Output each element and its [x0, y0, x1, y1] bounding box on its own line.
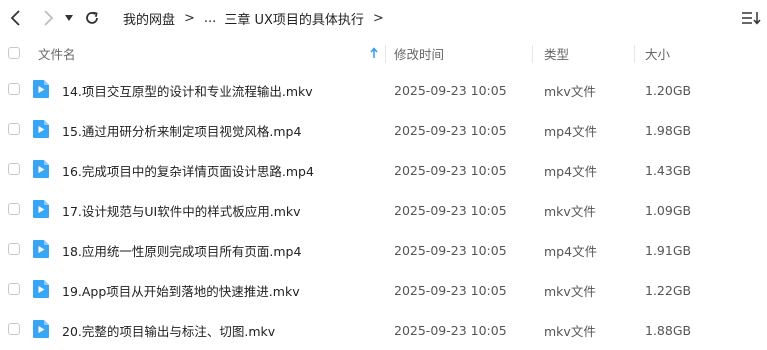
file-name[interactable]: 19.App项目从开始到落地的快速推进.mkv — [62, 270, 300, 310]
file-type: mkv文件 — [544, 203, 596, 219]
file-type: mp4文件 — [544, 243, 598, 259]
file-size: 1.91GB — [645, 242, 692, 258]
file-modified: 2025-09-23 10:05 — [394, 122, 507, 138]
video-file-icon — [33, 240, 49, 258]
file-size: 1.20GB — [645, 82, 692, 98]
file-name[interactable]: 18.应用统一性原则完成项目所有页面.mp4 — [62, 230, 301, 270]
breadcrumb-ellipsis[interactable]: ... — [204, 11, 216, 26]
file-row[interactable]: 16.完成项目中的复杂详情页面设计思路.mp4 2025-09-23 10:05… — [0, 150, 767, 190]
row-checkbox[interactable] — [8, 243, 20, 255]
row-checkbox[interactable] — [8, 163, 20, 175]
file-type: mp4文件 — [544, 123, 598, 139]
column-header-type[interactable]: 类型 — [544, 36, 569, 70]
file-modified: 2025-09-23 10:05 — [394, 242, 507, 258]
column-header-size[interactable]: 大小 — [645, 36, 670, 70]
file-name[interactable]: 16.完成项目中的复杂详情页面设计思路.mp4 — [62, 150, 314, 190]
file-name[interactable]: 17.设计规范与UI软件中的样式板应用.mkv — [62, 190, 301, 230]
row-checkbox[interactable] — [8, 323, 20, 335]
column-header: 文件名 修改时间 类型 大小 — [0, 36, 767, 70]
caret-down-icon — [65, 15, 73, 21]
column-header-modified[interactable]: 修改时间 — [394, 36, 444, 70]
sort-ascending-icon[interactable] — [370, 36, 378, 70]
breadcrumb-root[interactable]: 我的网盘 — [123, 9, 175, 28]
file-row[interactable]: 14.项目交互原型的设计和专业流程输出.mkv 2025-09-23 10:05… — [0, 70, 767, 110]
toolbar: 我的网盘 > ... 三章 UX项目的具体执行 > — [0, 0, 767, 36]
back-button[interactable] — [4, 6, 28, 30]
file-type: mkv文件 — [544, 283, 596, 299]
column-header-name[interactable]: 文件名 — [38, 36, 76, 70]
file-size: 1.43GB — [645, 162, 692, 178]
video-file-icon — [33, 80, 49, 98]
video-file-icon — [33, 280, 49, 298]
refresh-icon — [86, 11, 98, 24]
file-modified: 2025-09-23 10:05 — [394, 282, 507, 298]
file-size: 1.22GB — [645, 282, 692, 298]
file-modified: 2025-09-23 10:05 — [394, 162, 507, 178]
file-row[interactable]: 15.通过用研分析来制定项目视觉风格.mp4 2025-09-23 10:05 … — [0, 110, 767, 150]
file-name[interactable]: 15.通过用研分析来制定项目视觉风格.mp4 — [62, 110, 301, 150]
file-name[interactable]: 14.项目交互原型的设计和专业流程输出.mkv — [62, 70, 313, 110]
file-name[interactable]: 20.完整的项目输出与标注、切图.mkv — [62, 310, 275, 350]
history-dropdown-button[interactable] — [59, 6, 79, 30]
row-checkbox[interactable] — [8, 283, 20, 295]
forward-button[interactable] — [36, 6, 60, 30]
video-file-icon — [33, 320, 49, 338]
column-divider[interactable] — [634, 45, 635, 63]
refresh-button[interactable] — [80, 6, 104, 30]
video-file-icon — [33, 160, 49, 178]
row-checkbox[interactable] — [8, 83, 20, 95]
file-type: mp4文件 — [544, 163, 598, 179]
breadcrumb-current[interactable]: 三章 UX项目的具体执行 — [224, 9, 364, 28]
column-divider[interactable] — [385, 45, 386, 63]
breadcrumb-separator-icon: > — [184, 10, 195, 26]
file-size: 1.09GB — [645, 202, 692, 218]
breadcrumb-separator-icon: > — [372, 10, 384, 26]
row-checkbox[interactable] — [8, 203, 20, 215]
chevron-left-icon — [10, 10, 20, 26]
video-file-icon — [33, 200, 49, 218]
sort-view-button[interactable] — [740, 8, 762, 28]
list-sort-icon — [742, 12, 761, 25]
file-size: 1.88GB — [645, 322, 692, 338]
file-modified: 2025-09-23 10:05 — [394, 82, 507, 98]
breadcrumb: 我的网盘 > ... 三章 UX项目的具体执行 > — [123, 0, 393, 36]
file-size: 1.98GB — [645, 122, 692, 138]
file-modified: 2025-09-23 10:05 — [394, 202, 507, 218]
select-all-checkbox[interactable] — [8, 47, 20, 59]
column-divider[interactable] — [532, 45, 533, 63]
chevron-right-icon — [44, 10, 54, 26]
file-type: mkv文件 — [544, 83, 596, 99]
file-type: mkv文件 — [544, 323, 596, 339]
row-checkbox[interactable] — [8, 123, 20, 135]
file-row[interactable]: 17.设计规范与UI软件中的样式板应用.mkv 2025-09-23 10:05… — [0, 190, 767, 230]
file-modified: 2025-09-23 10:05 — [394, 322, 507, 338]
video-file-icon — [33, 120, 49, 138]
file-row[interactable]: 20.完整的项目输出与标注、切图.mkv 2025-09-23 10:05 mk… — [0, 310, 767, 350]
file-row[interactable]: 19.App项目从开始到落地的快速推进.mkv 2025-09-23 10:05… — [0, 270, 767, 310]
file-row[interactable]: 18.应用统一性原则完成项目所有页面.mp4 2025-09-23 10:05 … — [0, 230, 767, 270]
